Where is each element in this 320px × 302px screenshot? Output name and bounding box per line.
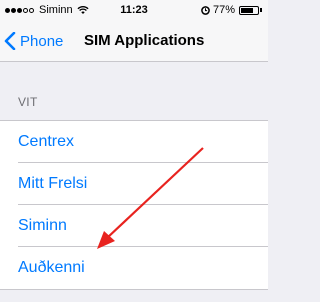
list-item-label: Siminn <box>18 216 67 234</box>
battery-percent: 77% <box>212 4 235 16</box>
page-title: SIM Applications <box>84 32 205 49</box>
list-item-label: Auðkenni <box>18 259 85 276</box>
status-bar: Siminn 11:23 77% <box>0 0 268 20</box>
battery-level <box>241 7 253 13</box>
status-right: 77% <box>201 4 262 16</box>
battery-icon <box>239 5 259 15</box>
section-header: VIT <box>18 95 38 109</box>
sim-app-list: Centrex Mitt Frelsi Siminn Auðkenni <box>0 120 268 290</box>
back-button[interactable]: Phone <box>4 27 63 55</box>
list-item-mitt-frelsi[interactable]: Mitt Frelsi <box>18 163 268 205</box>
navigation-bar: Phone SIM Applications <box>0 20 268 62</box>
list-item-audkenni[interactable]: Auðkenni <box>18 247 268 289</box>
list-item-centrex[interactable]: Centrex <box>18 121 268 163</box>
battery-nub <box>260 8 262 12</box>
back-button-label: Phone <box>20 32 64 50</box>
alarm-icon <box>201 5 210 15</box>
list-item-label: Centrex <box>18 132 75 150</box>
list-item-label: Mitt Frelsi <box>18 174 88 192</box>
list-item-siminn[interactable]: Siminn <box>18 205 268 247</box>
chevron-left-icon <box>4 32 16 50</box>
